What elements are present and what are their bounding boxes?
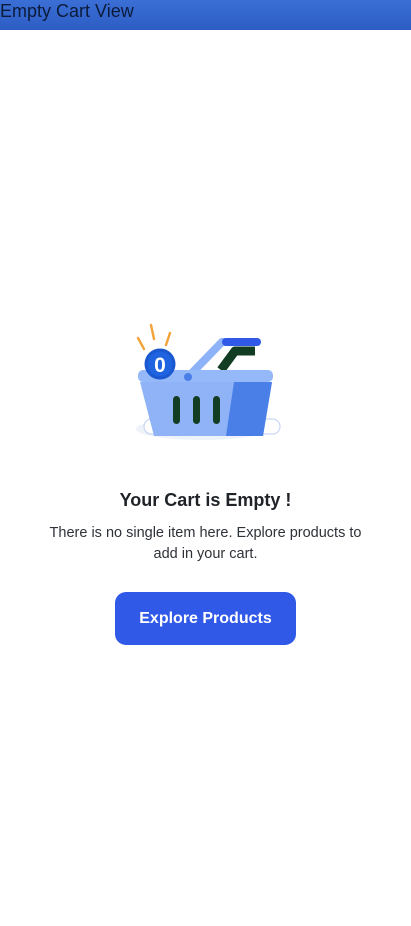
empty-basket-icon: 0 [136, 323, 281, 440]
explore-products-button[interactable]: Explore Products [115, 592, 296, 645]
empty-basket-illustration: 0 [130, 318, 284, 446]
app-bar: Empty Cart View [0, 0, 411, 30]
app-bar-title: Empty Cart View [0, 1, 134, 21]
empty-cart-description: There is no single item here. Explore pr… [49, 525, 362, 562]
empty-cart-title: Your Cart is Empty ! [119, 490, 292, 510]
cart-count-badge: 0 [154, 354, 166, 377]
